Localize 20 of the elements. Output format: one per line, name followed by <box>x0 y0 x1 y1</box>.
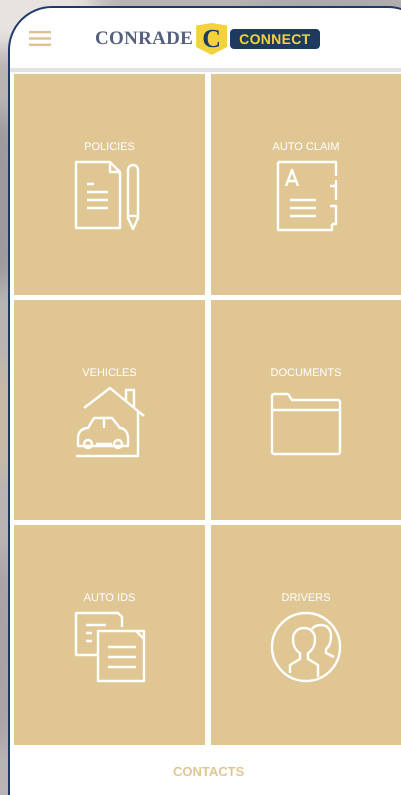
tile-label: DOCUMENTS <box>270 367 342 379</box>
logo-wordmark: CONRADE <box>95 28 194 50</box>
menu-icon[interactable] <box>29 30 51 46</box>
menu-tile[interactable]: AUTO CLAIM <box>211 74 401 295</box>
people-icon <box>270 611 342 683</box>
tile-label: AUTO CLAIM <box>271 141 341 153</box>
menu-tile[interactable]: AUTO IDS <box>14 525 205 745</box>
menu-tile[interactable]: POLICIES <box>14 74 205 295</box>
logo-badge: CONNECT <box>230 29 320 49</box>
car-house-icon <box>74 386 146 458</box>
contacts-link[interactable]: CONTACTS <box>173 764 244 778</box>
logo-shield: C <box>196 23 228 55</box>
menu-tile[interactable]: DOCUMENTS <box>211 300 401 520</box>
tile-label: VEHICLES <box>82 367 137 379</box>
menu-tile[interactable]: DRIVERS <box>211 525 401 745</box>
documents-icon <box>74 611 146 683</box>
tile-label: AUTO IDS <box>84 592 136 604</box>
menu-tile[interactable]: VEHICLES <box>14 300 205 520</box>
tile-label: DRIVERS <box>280 592 332 604</box>
tile-label: POLICIES <box>84 141 135 153</box>
